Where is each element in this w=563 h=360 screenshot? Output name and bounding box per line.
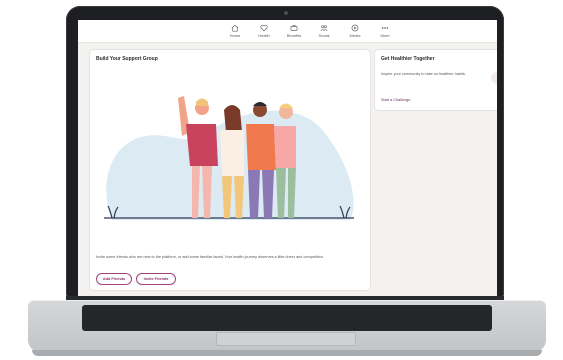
nav-more-label: More <box>380 33 390 38</box>
social-icon <box>320 25 328 32</box>
support-group-card: Build Your Support Group Invite some fri… <box>90 50 370 290</box>
challenge-card-description: Inspire your community to take on health… <box>381 72 466 76</box>
media-icon <box>351 24 359 32</box>
nav-media-label: Media <box>349 33 361 38</box>
nav-more[interactable]: More <box>372 24 398 40</box>
friends-illustration <box>104 96 354 220</box>
top-nav: Home Health Benefits Social Media More <box>78 20 497 43</box>
home-icon <box>231 24 239 32</box>
nav-media[interactable]: Media <box>342 24 368 40</box>
start-challenge-link[interactable]: Start a Challenge <box>381 98 410 102</box>
nav-health-label: Health <box>258 33 270 38</box>
app-screen: Home Health Benefits Social Media More B… <box>78 20 497 296</box>
nav-benefits[interactable]: Benefits <box>281 24 307 40</box>
nav-home[interactable]: Home <box>222 24 248 40</box>
challenge-card: Get Healthier Together Inspire your comm… <box>375 50 497 110</box>
add-friends-button[interactable]: Add Friends <box>96 273 132 285</box>
more-icon <box>381 27 389 29</box>
nav-social-label: Social <box>318 33 330 38</box>
webcam <box>284 11 288 15</box>
support-card-title: Build Your Support Group <box>96 56 158 62</box>
challenge-card-title: Get Healthier Together <box>381 56 435 62</box>
touchpad <box>216 332 356 346</box>
nav-social[interactable]: Social <box>311 24 337 40</box>
carousel-next-button[interactable] <box>491 72 497 84</box>
nav-home-label: Home <box>229 33 241 38</box>
support-card-description: Invite some friends who are new to the p… <box>96 255 324 259</box>
laptop-front-edge <box>32 350 542 356</box>
nav-health[interactable]: Health <box>251 24 277 40</box>
nav-benefits-label: Benefits <box>286 33 302 38</box>
keyboard <box>82 305 492 331</box>
benefits-icon <box>290 25 298 31</box>
heart-icon <box>260 24 268 32</box>
laptop-frame: Home Health Benefits Social Media More B… <box>0 0 563 360</box>
invite-friends-button[interactable]: Invite Friends <box>136 273 176 285</box>
